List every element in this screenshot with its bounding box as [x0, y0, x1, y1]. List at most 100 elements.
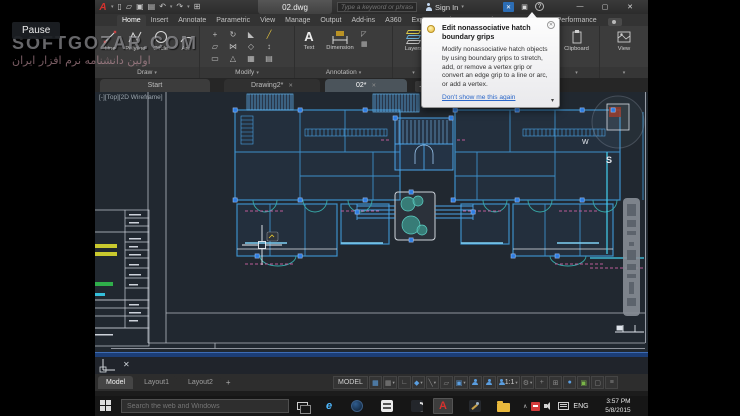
browser-globe-icon[interactable]	[347, 398, 367, 414]
plot-icon[interactable]: ▤	[148, 1, 156, 13]
workspace-switching-icon[interactable]: ⚙ ▾	[520, 376, 535, 389]
polar-tracking-icon[interactable]: ◆ ▾	[411, 376, 425, 389]
explode-icon[interactable]: △	[224, 53, 242, 65]
panel-label-draw[interactable]: Draw ▾	[95, 67, 199, 78]
video-record-icon[interactable]	[607, 18, 622, 26]
leader-icon[interactable]: ◸	[361, 31, 368, 39]
isodraft-icon[interactable]: ╲ ▾	[425, 376, 439, 389]
close-tab-icon[interactable]: ✕	[371, 83, 376, 89]
ribbon-tab-output[interactable]: Output	[315, 15, 346, 26]
model-space-button[interactable]: MODEL	[333, 376, 368, 389]
annotation-autoscale-icon[interactable]	[482, 376, 496, 389]
erase-icon[interactable]: ▭	[206, 53, 224, 65]
snap-mode-icon[interactable]: ▦ ▾	[382, 376, 397, 389]
infocenter-search-input[interactable]	[337, 2, 417, 12]
ortho-mode-icon[interactable]: ∟	[397, 376, 411, 389]
clean-screen-icon[interactable]: ▢	[591, 376, 605, 389]
window-maximize-button[interactable]: ▢	[596, 0, 614, 13]
ribbon-tab-home[interactable]: Home	[117, 15, 146, 26]
ribbon-tab-a360[interactable]: A360	[380, 15, 406, 26]
move-icon[interactable]: +	[206, 29, 224, 41]
autocad-taskbar-icon[interactable]: A	[433, 398, 453, 414]
language-indicator[interactable]: ENG	[573, 403, 588, 410]
touch-keyboard-icon[interactable]	[558, 402, 570, 410]
quick-properties-icon[interactable]: ⊞	[549, 376, 563, 389]
ribbon-tab-manage[interactable]: Manage	[280, 15, 315, 26]
viewport-controls-label[interactable]: [-][Top][2D Wireframe]	[99, 94, 163, 101]
scale-icon[interactable]: ▤	[260, 53, 278, 65]
sign-in-button[interactable]: Sign In ▾	[425, 0, 464, 14]
close-tab-icon[interactable]: ✕	[288, 83, 293, 89]
mirror-icon[interactable]: ⋈	[224, 41, 242, 53]
ribbon-tab-insert[interactable]: Insert	[146, 15, 174, 26]
file-tab-02[interactable]: 02* ✕	[325, 79, 407, 92]
new-file-icon[interactable]: ▯	[118, 1, 122, 13]
notification-close-icon[interactable]: ✕	[547, 21, 555, 29]
annotation-monitor-icon[interactable]: +	[535, 376, 549, 389]
copy-icon[interactable]: ▱	[206, 41, 224, 53]
ribbon-tab-view[interactable]: View	[255, 15, 280, 26]
array-icon[interactable]: ▦	[242, 53, 260, 65]
panel-label-clipboard[interactable]: ▾	[554, 67, 599, 78]
undo-icon[interactable]: ↶	[159, 1, 166, 13]
sign-in-dropdown-icon[interactable]: ▾	[461, 4, 464, 10]
taskbar-search-input[interactable]	[121, 399, 289, 413]
trim-icon[interactable]: ◣	[242, 29, 260, 41]
object-snap-icon[interactable]: ▣ ▾	[453, 376, 468, 389]
layout-tab-model[interactable]: Model	[98, 376, 134, 389]
utility-app-icon[interactable]	[465, 398, 485, 414]
media-app-icon[interactable]	[407, 398, 427, 414]
tray-notification-icon[interactable]	[531, 401, 541, 411]
edge-browser-icon[interactable]: e	[319, 398, 339, 414]
clock[interactable]: 3:57 PM 5/8/2015	[593, 397, 635, 416]
table-icon[interactable]: ▦	[361, 41, 368, 49]
chamfer-icon[interactable]: ◇	[242, 41, 260, 53]
app-menu-dropdown-icon[interactable]: ▾	[111, 4, 114, 10]
window-minimize-button[interactable]: —	[571, 0, 589, 13]
autodesk-app-icon[interactable]: ▣	[519, 2, 530, 12]
new-layout-button[interactable]: +	[226, 378, 231, 387]
tray-expand-icon[interactable]: ∧	[523, 403, 527, 410]
text-tool[interactable]: A Text	[299, 29, 319, 51]
qat-customize-icon[interactable]: ⊞	[194, 1, 201, 13]
stretch-icon[interactable]: ↕	[260, 41, 278, 53]
redo-icon[interactable]: ↷	[176, 1, 183, 13]
grid-display-icon[interactable]: ▦	[368, 376, 382, 389]
file-tab-drawing2[interactable]: Drawing2* ✕	[224, 79, 320, 92]
save-file-icon[interactable]: ▣	[136, 1, 144, 13]
task-view-icon[interactable]	[297, 402, 311, 414]
dont-show-again-link[interactable]: Don't show me this again	[442, 94, 553, 101]
view-tool[interactable]: View	[600, 26, 648, 52]
ribbon-tab-annotate[interactable]: Annotate	[173, 15, 211, 26]
undo-dropdown-icon[interactable]: ▾	[170, 1, 173, 13]
notification-expand-icon[interactable]: ▾	[551, 97, 554, 104]
annotation-visibility-icon[interactable]	[468, 376, 482, 389]
drawing-canvas[interactable]: [-][Top][2D Wireframe] W S	[95, 92, 648, 352]
panel-label-annotation[interactable]: Annotation ▾	[295, 67, 392, 78]
panel-label-modify[interactable]: Modify ▾	[200, 67, 294, 78]
start-button[interactable]	[100, 400, 113, 412]
autocad-app-logo[interactable]: A	[95, 1, 111, 13]
file-explorer-icon[interactable]	[493, 398, 513, 414]
open-file-icon[interactable]: ▱	[126, 1, 132, 13]
volume-icon[interactable]	[544, 402, 554, 411]
layout-tab-layout2[interactable]: Layout2	[180, 376, 221, 389]
player-pause-button[interactable]: Pause	[12, 22, 61, 39]
document-app-icon[interactable]	[377, 398, 397, 414]
help-icon[interactable]: ?	[535, 2, 544, 11]
dimension-tool[interactable]: Dimension	[322, 29, 358, 51]
rotate-icon[interactable]: ↻	[224, 29, 242, 41]
ribbon-tab-parametric[interactable]: Parametric	[211, 15, 255, 26]
save-settings-icon[interactable]: ▣	[577, 376, 591, 389]
graphics-performance-icon[interactable]: ●	[563, 376, 577, 389]
paste-tool[interactable]: Clipboard	[554, 26, 599, 52]
ribbon-tab-addins[interactable]: Add-ins	[346, 15, 380, 26]
exchange-apps-icon[interactable]: ✕	[503, 2, 514, 12]
annotation-scale-icon[interactable]: 1:1 ▾	[496, 376, 520, 389]
panel-label-view[interactable]: ▾	[600, 67, 648, 78]
fillet-icon[interactable]: ╱	[260, 29, 278, 41]
layout-tab-layout1[interactable]: Layout1	[136, 376, 177, 389]
file-tab-start[interactable]: Start	[100, 79, 210, 92]
redo-dropdown-icon[interactable]: ▾	[187, 1, 190, 13]
object-snap-tracking-icon[interactable]: ▱	[439, 376, 453, 389]
